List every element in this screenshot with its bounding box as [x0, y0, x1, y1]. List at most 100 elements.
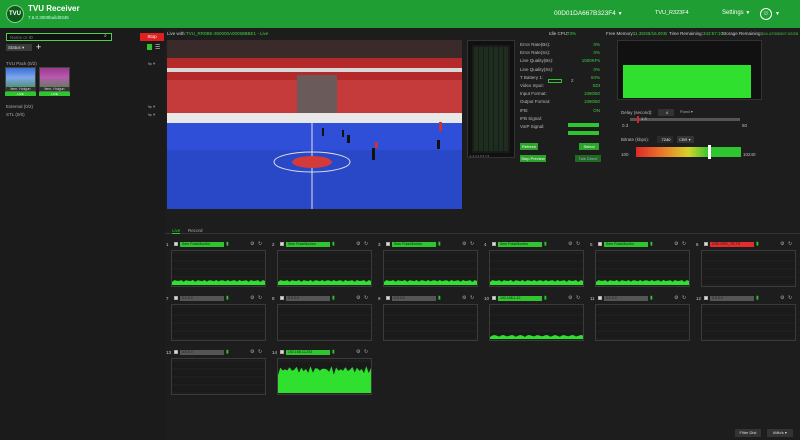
bitrate-input[interactable]: 7240 — [657, 136, 673, 143]
channel-name: 0.0.0.0 — [392, 296, 436, 301]
channel-chart — [701, 250, 796, 287]
status-dropdown[interactable]: Status ▾ — [6, 44, 32, 51]
settings-icon[interactable]: ⚙ — [462, 295, 466, 301]
refresh-icon[interactable]: ↻ — [258, 241, 262, 247]
stat-value: 0% — [593, 42, 600, 47]
bitrate-slider-track[interactable] — [636, 147, 741, 157]
share-icon[interactable]: ⇆ ▾ — [148, 112, 155, 118]
filter-button[interactable]: Filter Dist — [735, 429, 761, 437]
channel-tile: 10 192.168.1.12 ▮ ⚙ ↻ — [484, 295, 584, 349]
video-preview[interactable] — [167, 40, 462, 209]
channel-checkbox[interactable] — [280, 242, 284, 246]
channel-chart — [595, 304, 690, 341]
search-icon[interactable]: ⌕ — [104, 33, 107, 39]
list-view-icon[interactable]: ☰ — [155, 44, 160, 51]
unit-dropdown[interactable]: kMb/s ▾ — [767, 429, 793, 437]
channel-checkbox[interactable] — [598, 296, 602, 300]
channel-checkbox[interactable] — [174, 296, 178, 300]
channel-number: 7 — [166, 296, 169, 301]
channel-chart — [595, 250, 690, 287]
live-source[interactable]: TVU_RR0BE-350000A00058BBE1 - Live — [186, 31, 268, 36]
stop-button[interactable]: Stop — [140, 33, 164, 41]
settings-icon[interactable]: ⚙ — [250, 295, 254, 301]
search-input[interactable] — [6, 33, 112, 41]
refresh-icon[interactable]: ↻ — [576, 241, 580, 247]
stat-label: Line Quality(Bs): — [520, 58, 554, 64]
delay-slider-handle[interactable] — [637, 116, 639, 123]
channel-name: Sem PolarMonitor — [286, 242, 330, 247]
settings-icon[interactable]: ⚙ — [674, 295, 678, 301]
refresh-icon[interactable]: ↻ — [258, 295, 262, 301]
refresh-icon[interactable]: ↻ — [364, 349, 368, 355]
user-icon[interactable]: ☺ — [760, 8, 772, 20]
channel-checkbox[interactable] — [704, 242, 708, 246]
stat-value: 84% — [590, 74, 600, 80]
channel-checkbox[interactable] — [280, 350, 284, 354]
settings-icon[interactable]: ⚙ — [462, 241, 466, 247]
channel-checkbox[interactable] — [386, 296, 390, 300]
refresh-icon[interactable]: ↻ — [682, 295, 686, 301]
refresh-icon[interactable]: ↻ — [682, 241, 686, 247]
refresh-icon[interactable]: ↻ — [364, 241, 368, 247]
settings-icon[interactable]: ⚙ — [356, 295, 360, 301]
channel-bitrate-area — [172, 280, 265, 285]
refresh-icon[interactable]: ↻ — [576, 295, 580, 301]
share-icon[interactable]: ⇆ ▾ — [148, 61, 155, 67]
channel-checkbox[interactable] — [492, 242, 496, 246]
settings-icon[interactable]: ⚙ — [568, 241, 572, 247]
stop-preview-button[interactable]: Stop Preview — [520, 155, 546, 162]
settings-icon[interactable]: ⚙ — [780, 241, 784, 247]
channel-checkbox[interactable] — [280, 296, 284, 300]
refresh-icon[interactable]: ↻ — [470, 295, 474, 301]
grid-view-icon[interactable] — [147, 44, 152, 50]
channel-checkbox[interactable] — [492, 296, 496, 300]
select-button[interactable]: Select — [579, 143, 599, 150]
delay-input[interactable]: 4 — [658, 109, 674, 116]
refresh-icon[interactable]: ↻ — [364, 295, 368, 301]
refresh-icon[interactable]: ↻ — [470, 241, 474, 247]
stat-label: VoIP Signal: — [520, 124, 545, 129]
receiver-id-dropdown[interactable]: 00D01DA667B323F4 ▼ — [554, 10, 623, 17]
settings-icon[interactable]: ⚙ — [674, 241, 678, 247]
channel-bitrate-area — [490, 280, 583, 285]
bitrate-mode-dropdown[interactable]: CBR ▾ — [677, 136, 694, 143]
group-header-stl[interactable]: STL (0/0) — [6, 112, 25, 117]
settings-icon[interactable]: ⚙ — [568, 295, 572, 301]
settings-icon[interactable]: ⚙ — [356, 349, 360, 355]
chevron-down-icon[interactable]: ▼ — [775, 11, 780, 17]
tab-live[interactable]: Live — [172, 228, 181, 234]
group-header-external[interactable]: External (0/2) — [6, 104, 33, 109]
refresh-button[interactable]: Refresh — [520, 143, 538, 150]
channel-number: 1 — [166, 242, 169, 247]
channel-chart-plot — [384, 252, 477, 286]
app-logo: TVU — [6, 5, 24, 23]
tab-record[interactable]: Record — [188, 228, 203, 233]
delay-label: Delay (second): — [621, 110, 653, 115]
delay-mode-dropdown[interactable]: Fixed ▾ — [680, 109, 702, 114]
settings-icon[interactable]: ⚙ — [780, 295, 784, 301]
channel-checkbox[interactable] — [174, 350, 178, 354]
settings-icon[interactable]: ⚙ — [250, 241, 254, 247]
refresh-icon[interactable]: ↻ — [788, 295, 792, 301]
channel-checkbox[interactable] — [386, 242, 390, 246]
channel-checkbox[interactable] — [174, 242, 178, 246]
settings-menu[interactable]: Settings ▼ — [722, 10, 750, 16]
stat-value: 1080i50 — [583, 91, 600, 97]
signal-icon: ▮ — [226, 349, 229, 355]
settings-icon[interactable]: ⚙ — [356, 241, 360, 247]
talk-direct-button[interactable]: Talk Direct — [575, 155, 601, 162]
share-icon[interactable]: ⇆ ▾ — [148, 104, 155, 110]
bitrate-slider-handle[interactable] — [708, 145, 711, 159]
refresh-icon[interactable]: ↻ — [788, 241, 792, 247]
group-header-tvu-pack[interactable]: TVU Pack (0/2) — [6, 61, 37, 66]
channel-name: DRE-ERR_TR-TR — [710, 242, 754, 247]
refresh-icon[interactable]: ↻ — [258, 349, 262, 355]
free-memory-value: 11.35GB/16.0GB — [633, 31, 667, 36]
add-icon[interactable]: + — [36, 42, 41, 52]
channel-checkbox[interactable] — [598, 242, 602, 246]
channel-name: Sem PolarMonitor — [392, 242, 436, 247]
app-version: 7.6.0.3000build0345 — [28, 15, 69, 20]
meter-scale: -1 2 3 4 5 6 7 8 — [469, 154, 490, 158]
settings-icon[interactable]: ⚙ — [250, 349, 254, 355]
channel-checkbox[interactable] — [704, 296, 708, 300]
